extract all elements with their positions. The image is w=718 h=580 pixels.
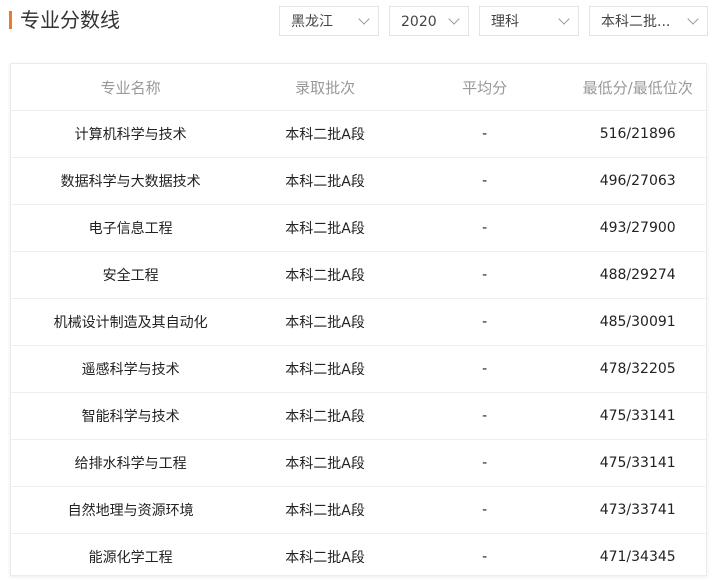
- batch-select[interactable]: 本科二批...: [589, 6, 708, 36]
- admission-batch-cell: 本科二批A段: [285, 550, 365, 566]
- major-name-cell: 遥感科学与技术: [81, 362, 180, 378]
- average-score-cell: -: [482, 361, 488, 377]
- table-row: 数据科学与大数据技术 本科二批A段 - 496/27063: [11, 158, 706, 205]
- min-score-rank-cell: 488/29274: [599, 267, 676, 283]
- admission-batch-cell: 本科二批A段: [285, 503, 365, 519]
- year-select-value: 2020: [401, 14, 437, 30]
- admission-batch-cell: 本科二批A段: [285, 174, 365, 190]
- min-score-rank-cell: 478/32205: [599, 361, 676, 377]
- chevron-down-icon: [358, 13, 370, 25]
- table-row: 安全工程 本科二批A段 - 488/29274: [11, 252, 706, 299]
- min-score-rank-cell: 475/33141: [599, 408, 676, 424]
- table-row: 机械设计制造及其自动化 本科二批A段 - 485/30091: [11, 299, 706, 346]
- score-table: 专业名称 录取批次 平均分 最低分/最低位次 计算机科学与技术 本科二批A段 -51…: [10, 63, 707, 576]
- chevron-down-icon: [558, 13, 570, 25]
- filter-bar: 黑龙江 2020 理科 本科二批...: [0, 6, 718, 38]
- min-score-rank-cell: 496/27063: [599, 173, 676, 189]
- table-row: 给排水科学与工程 本科二批A段 - 475/33141: [11, 440, 706, 487]
- table-row: 自然地理与资源环境 本科二批A段 - 473/33741: [11, 487, 706, 534]
- min-score-rank-cell: 485/30091: [599, 314, 676, 330]
- major-name-cell: 电子信息工程: [88, 221, 173, 237]
- major-name-cell: 计算机科学与技术: [74, 127, 187, 143]
- column-header-min-score-rank: 最低分/最低位次: [582, 78, 693, 97]
- chevron-down-icon: [687, 13, 699, 25]
- average-score-cell: -: [482, 126, 488, 142]
- table-header: 专业名称 录取批次 平均分 最低分/最低位次: [11, 64, 706, 111]
- average-score-cell: -: [482, 267, 488, 283]
- average-score-cell: -: [482, 455, 488, 471]
- province-select-value: 黑龙江: [291, 14, 333, 30]
- admission-batch-cell: 本科二批A段: [285, 221, 365, 237]
- table-row: 电子信息工程 本科二批A段 - 493/27900: [11, 205, 706, 252]
- admission-batch-cell: 本科二批A段: [285, 315, 365, 331]
- major-name-cell: 机械设计制造及其自动化: [53, 315, 208, 331]
- major-name-cell: 自然地理与资源环境: [67, 503, 194, 519]
- min-score-rank-cell: 475/33141: [599, 455, 676, 471]
- major-name-cell: 安全工程: [102, 268, 159, 284]
- min-score-rank-cell: 493/27900: [599, 220, 676, 236]
- major-name-cell: 数据科学与大数据技术: [60, 174, 201, 190]
- table-row: 智能科学与技术 本科二批A段 - 475/33141: [11, 393, 706, 440]
- average-score-cell: -: [482, 502, 488, 518]
- chevron-down-icon: [448, 13, 460, 25]
- major-name-cell: 智能科学与技术: [81, 409, 180, 425]
- major-name-cell: 能源化学工程: [88, 550, 173, 566]
- min-score-rank-cell: 516/21896: [599, 126, 676, 142]
- province-select[interactable]: 黑龙江: [279, 6, 379, 36]
- average-score-cell: -: [482, 549, 488, 565]
- major-name-cell: 给排水科学与工程: [74, 456, 187, 472]
- table-row: 计算机科学与技术 本科二批A段 - 516/21896: [11, 111, 706, 158]
- admission-batch-cell: 本科二批A段: [285, 127, 365, 143]
- year-select[interactable]: 2020: [389, 6, 469, 36]
- admission-batch-cell: 本科二批A段: [285, 456, 365, 472]
- admission-batch-cell: 本科二批A段: [285, 409, 365, 425]
- average-score-cell: -: [482, 314, 488, 330]
- average-score-cell: -: [482, 173, 488, 189]
- page-header: 专业分数线 黑龙江 2020 理科 本科二批...: [0, 0, 718, 52]
- column-header-batch: 录取批次: [295, 78, 356, 97]
- column-header-average: 平均分: [462, 78, 508, 97]
- admission-batch-cell: 本科二批A段: [285, 268, 365, 284]
- table-body: 计算机科学与技术 本科二批A段 -516/21896 数据科学与大数据技术 本科二批A段…: [11, 111, 706, 575]
- table-row: 能源化学工程 本科二批A段 - 471/34345: [11, 534, 706, 575]
- admission-batch-cell: 本科二批A段: [285, 362, 365, 378]
- batch-select-value: 本科二批...: [601, 14, 671, 30]
- subject-select-value: 理科: [491, 14, 519, 30]
- table-row: 遥感科学与技术 本科二批A段 - 478/32205: [11, 346, 706, 393]
- average-score-cell: -: [482, 220, 488, 236]
- min-score-rank-cell: 473/33741: [599, 502, 676, 518]
- column-header-major: 专业名称: [100, 78, 161, 97]
- subject-select[interactable]: 理科: [479, 6, 579, 36]
- average-score-cell: -: [482, 408, 488, 424]
- min-score-rank-cell: 471/34345: [599, 549, 676, 565]
